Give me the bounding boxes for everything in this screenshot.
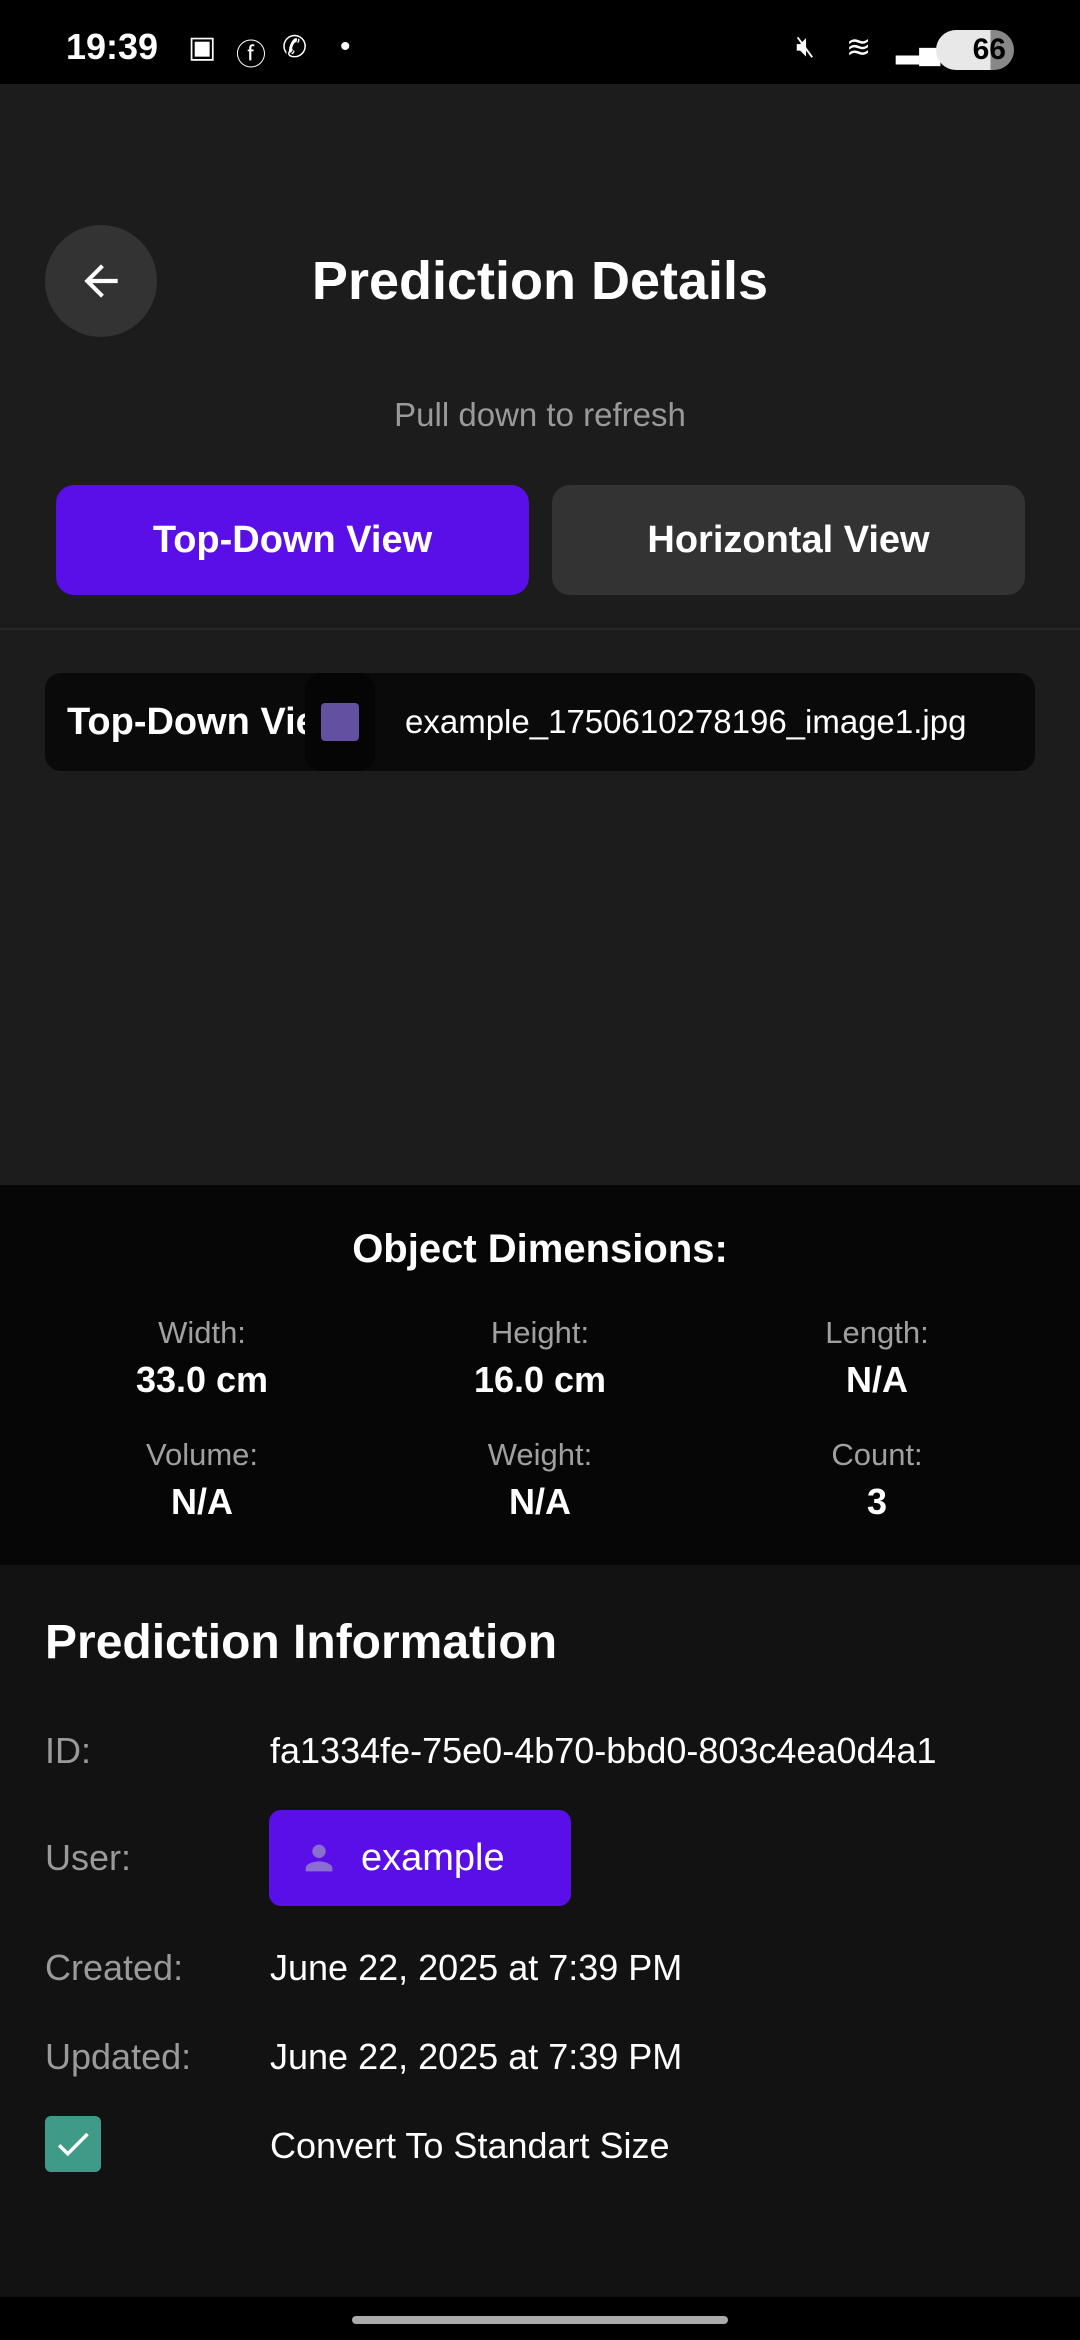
signal-icon: ▂▄ [896,31,941,64]
created-label: Created: [45,1947,184,1988]
status-time: 19:39 [66,26,159,67]
facebook-icon: ⓕ [236,39,266,72]
page-title: Prediction Details [311,251,769,311]
whatsapp-icon: ✆ [282,31,308,64]
dot-icon: • [340,30,351,63]
dimension-label: Width: [158,1315,246,1350]
image-row[interactable]: Top-Down View example_1750610278196_imag… [45,673,1035,771]
id-label: ID: [45,1730,92,1771]
refresh-hint: Pull down to refresh [394,396,686,433]
id-value: fa1334fe-75e0-4b70-bbd0-803c4ea0d4a1 [270,1730,937,1771]
mute-icon: 🔇︎ [796,30,815,63]
dimension-value: N/A [171,1481,233,1522]
dimension-value: 33.0 cm [135,1359,269,1400]
updated-label: Updated: [45,2036,192,2077]
screenshot-icon: ▣ [188,31,217,64]
user-label: User: [45,1837,132,1878]
home-indicator[interactable] [352,2316,728,2324]
dimension-label: Volume: [145,1437,258,1472]
dimension-weight: Weight: N/A [370,1437,710,1523]
wifi-icon: ≋ [846,31,872,64]
checkmark-icon [57,2132,89,2157]
dimension-volume: Volume: N/A [32,1437,372,1523]
created-value: June 22, 2025 at 7:39 PM [270,1947,683,1988]
person-icon [305,1844,333,1872]
dimension-label: Weight: [487,1437,593,1472]
tab-horizontal-view[interactable]: Horizontal View [552,485,1025,595]
dimension-count: Count: 3 [707,1437,1047,1523]
dimension-value: 3 [866,1481,888,1522]
image-filename: example_1750610278196_image1.jpg [405,703,967,740]
convert-label[interactable]: Convert To Standart Size [270,2125,670,2167]
dimension-label: Length: [825,1315,929,1350]
dimension-value: N/A [509,1481,571,1522]
status-bar: 19:39 ▣ ⓕ ✆ • 🔇︎ ≋ ▂▄ 66 [0,0,1080,84]
prediction-info-panel: Prediction Information ID: fa1334fe-75e0-… [0,1565,1080,2297]
image-icon [305,673,375,771]
dimension-value: 16.0 cm [473,1359,607,1400]
dimension-height: Height: 16.0 cm [370,1315,710,1401]
dimension-label: Count: [831,1437,923,1472]
user-badge[interactable]: example [269,1810,571,1906]
dimension-width: Width: 33.0 cm [32,1315,372,1401]
divider [0,628,1080,630]
battery-indicator: 66 [936,30,1014,70]
dimension-label: Height: [490,1315,590,1350]
dimension-value: N/A [846,1359,908,1400]
object-dimensions-panel: Object Dimensions: Width: 33.0 cm Height:… [0,1185,1080,1565]
convert-checkbox[interactable] [45,2116,101,2172]
info-title: Prediction Information [45,1616,558,1669]
dimensions-title: Object Dimensions: [352,1227,728,1271]
dimension-length: Length: N/A [707,1315,1047,1401]
user-name: example [361,1836,505,1879]
updated-value: June 22, 2025 at 7:39 PM [270,2036,683,2077]
tab-top-down-view[interactable]: Top-Down View [56,485,529,595]
